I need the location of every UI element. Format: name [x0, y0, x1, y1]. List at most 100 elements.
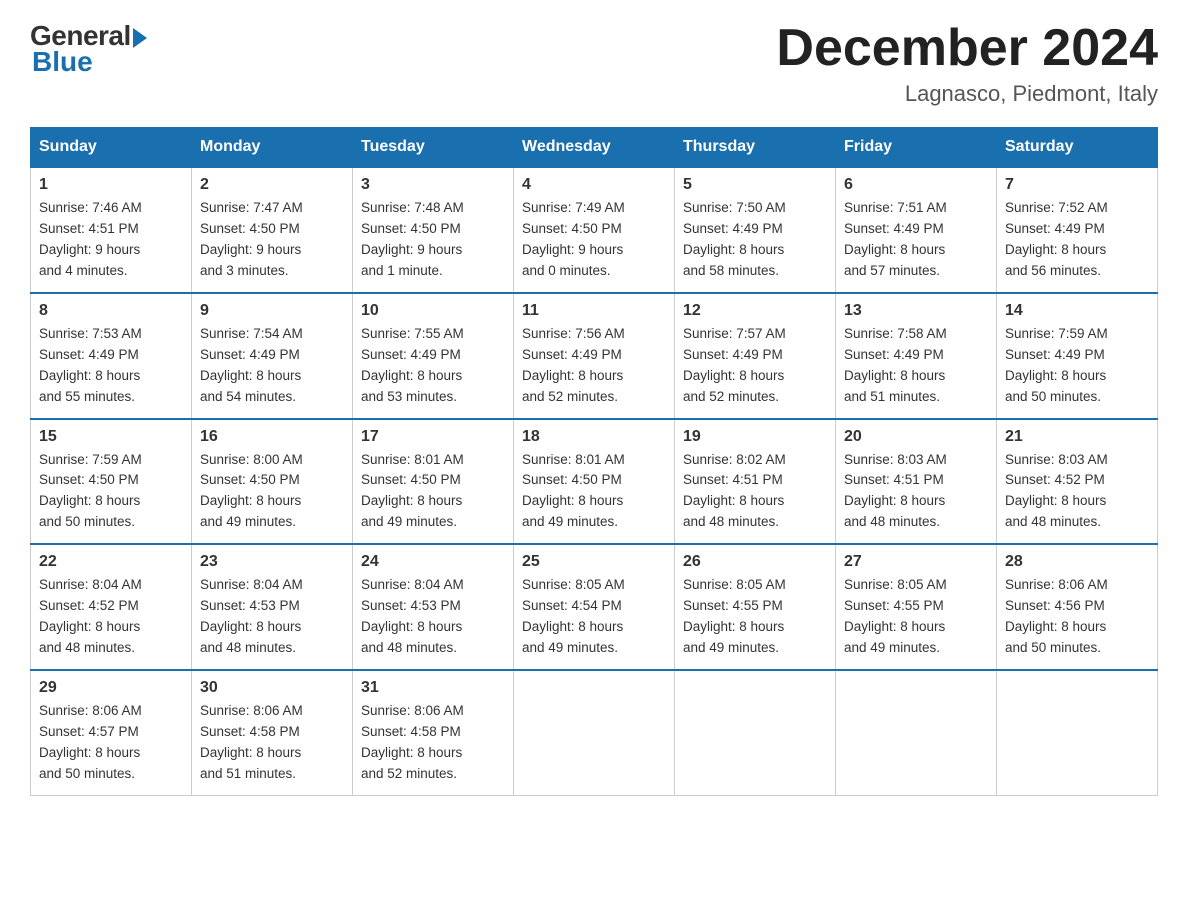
day-info: Sunrise: 7:52 AM Sunset: 4:49 PM Dayligh… [1005, 198, 1149, 282]
logo-arrow-icon [133, 28, 147, 48]
calendar-cell: 7 Sunrise: 7:52 AM Sunset: 4:49 PM Daylig… [997, 167, 1158, 293]
col-header-friday: Friday [836, 128, 997, 168]
day-info: Sunrise: 8:04 AM Sunset: 4:52 PM Dayligh… [39, 575, 183, 659]
day-number: 10 [361, 302, 505, 320]
day-number: 29 [39, 679, 183, 697]
calendar-header-row: SundayMondayTuesdayWednesdayThursdayFrid… [31, 128, 1158, 168]
calendar-cell: 24Sunrise: 8:04 AM Sunset: 4:53 PM Dayli… [353, 544, 514, 670]
calendar-cell: 27 Sunrise: 8:05 AM Sunset: 4:55 PM Dayli… [836, 544, 997, 670]
col-header-monday: Monday [192, 128, 353, 168]
day-info: Sunrise: 8:05 AM Sunset: 4:55 PM Dayligh… [683, 575, 827, 659]
day-info: Sunrise: 7:56 AM Sunset: 4:49 PM Dayligh… [522, 324, 666, 408]
calendar-cell: 8 Sunrise: 7:53 AM Sunset: 4:49 PM Daylig… [31, 293, 192, 419]
day-number: 28 [1005, 553, 1149, 571]
day-info: Sunrise: 8:00 AM Sunset: 4:50 PM Dayligh… [200, 450, 344, 534]
calendar-cell: 28 Sunrise: 8:06 AM Sunset: 4:56 PM Dayli… [997, 544, 1158, 670]
calendar-cell: 5 Sunrise: 7:50 AM Sunset: 4:49 PM Daylig… [675, 167, 836, 293]
page-header: General Blue December 2024 Lagnasco, Pie… [30, 20, 1158, 107]
day-number: 16 [200, 428, 344, 446]
calendar-cell: 23 Sunrise: 8:04 AM Sunset: 4:53 PM Dayli… [192, 544, 353, 670]
col-header-sunday: Sunday [31, 128, 192, 168]
day-info: Sunrise: 7:51 AM Sunset: 4:49 PM Dayligh… [844, 198, 988, 282]
calendar-cell: 2 Sunrise: 7:47 AM Sunset: 4:50 PM Daylig… [192, 167, 353, 293]
day-number: 1 [39, 176, 183, 194]
calendar-cell: 21 Sunrise: 8:03 AM Sunset: 4:52 PM Dayli… [997, 419, 1158, 545]
calendar-cell: 1Sunrise: 7:46 AM Sunset: 4:51 PM Daylig… [31, 167, 192, 293]
calendar-cell: 11 Sunrise: 7:56 AM Sunset: 4:49 PM Dayli… [514, 293, 675, 419]
calendar-cell: 12 Sunrise: 7:57 AM Sunset: 4:49 PM Dayli… [675, 293, 836, 419]
location-text: Lagnasco, Piedmont, Italy [776, 81, 1158, 107]
calendar-cell: 6 Sunrise: 7:51 AM Sunset: 4:49 PM Daylig… [836, 167, 997, 293]
day-info: Sunrise: 8:06 AM Sunset: 4:56 PM Dayligh… [1005, 575, 1149, 659]
month-title: December 2024 [776, 20, 1158, 77]
day-number: 9 [200, 302, 344, 320]
calendar-week-row: 1Sunrise: 7:46 AM Sunset: 4:51 PM Daylig… [31, 167, 1158, 293]
logo: General Blue [30, 20, 147, 78]
logo-blue-text: Blue [32, 46, 93, 78]
day-number: 2 [200, 176, 344, 194]
day-info: Sunrise: 8:06 AM Sunset: 4:57 PM Dayligh… [39, 701, 183, 785]
calendar-cell: 17Sunrise: 8:01 AM Sunset: 4:50 PM Dayli… [353, 419, 514, 545]
day-info: Sunrise: 8:01 AM Sunset: 4:50 PM Dayligh… [522, 450, 666, 534]
day-number: 6 [844, 176, 988, 194]
title-block: December 2024 Lagnasco, Piedmont, Italy [776, 20, 1158, 107]
calendar-cell [675, 670, 836, 795]
day-info: Sunrise: 7:57 AM Sunset: 4:49 PM Dayligh… [683, 324, 827, 408]
day-info: Sunrise: 8:02 AM Sunset: 4:51 PM Dayligh… [683, 450, 827, 534]
day-info: Sunrise: 7:58 AM Sunset: 4:49 PM Dayligh… [844, 324, 988, 408]
calendar-cell [997, 670, 1158, 795]
col-header-thursday: Thursday [675, 128, 836, 168]
day-info: Sunrise: 8:05 AM Sunset: 4:54 PM Dayligh… [522, 575, 666, 659]
calendar-cell: 19 Sunrise: 8:02 AM Sunset: 4:51 PM Dayli… [675, 419, 836, 545]
col-header-saturday: Saturday [997, 128, 1158, 168]
day-number: 5 [683, 176, 827, 194]
day-info: Sunrise: 8:04 AM Sunset: 4:53 PM Dayligh… [200, 575, 344, 659]
calendar-cell: 20Sunrise: 8:03 AM Sunset: 4:51 PM Dayli… [836, 419, 997, 545]
calendar-cell: 10Sunrise: 7:55 AM Sunset: 4:49 PM Dayli… [353, 293, 514, 419]
day-info: Sunrise: 7:59 AM Sunset: 4:49 PM Dayligh… [1005, 324, 1149, 408]
day-number: 13 [844, 302, 988, 320]
day-number: 4 [522, 176, 666, 194]
day-number: 8 [39, 302, 183, 320]
col-header-wednesday: Wednesday [514, 128, 675, 168]
day-info: Sunrise: 7:50 AM Sunset: 4:49 PM Dayligh… [683, 198, 827, 282]
calendar-cell: 18 Sunrise: 8:01 AM Sunset: 4:50 PM Dayli… [514, 419, 675, 545]
calendar-cell [836, 670, 997, 795]
day-number: 12 [683, 302, 827, 320]
calendar-cell [514, 670, 675, 795]
calendar-cell: 13 Sunrise: 7:58 AM Sunset: 4:49 PM Dayli… [836, 293, 997, 419]
day-info: Sunrise: 8:06 AM Sunset: 4:58 PM Dayligh… [200, 701, 344, 785]
day-number: 24 [361, 553, 505, 571]
calendar-cell: 29 Sunrise: 8:06 AM Sunset: 4:57 PM Dayli… [31, 670, 192, 795]
day-info: Sunrise: 8:03 AM Sunset: 4:51 PM Dayligh… [844, 450, 988, 534]
calendar-cell: 22Sunrise: 8:04 AM Sunset: 4:52 PM Dayli… [31, 544, 192, 670]
calendar-cell: 25Sunrise: 8:05 AM Sunset: 4:54 PM Dayli… [514, 544, 675, 670]
day-number: 21 [1005, 428, 1149, 446]
day-info: Sunrise: 8:03 AM Sunset: 4:52 PM Dayligh… [1005, 450, 1149, 534]
day-number: 19 [683, 428, 827, 446]
day-number: 30 [200, 679, 344, 697]
day-number: 7 [1005, 176, 1149, 194]
day-number: 14 [1005, 302, 1149, 320]
day-info: Sunrise: 8:06 AM Sunset: 4:58 PM Dayligh… [361, 701, 505, 785]
day-number: 23 [200, 553, 344, 571]
day-number: 26 [683, 553, 827, 571]
day-info: Sunrise: 8:01 AM Sunset: 4:50 PM Dayligh… [361, 450, 505, 534]
day-info: Sunrise: 7:48 AM Sunset: 4:50 PM Dayligh… [361, 198, 505, 282]
day-number: 27 [844, 553, 988, 571]
day-info: Sunrise: 7:53 AM Sunset: 4:49 PM Dayligh… [39, 324, 183, 408]
calendar-cell: 9 Sunrise: 7:54 AM Sunset: 4:49 PM Daylig… [192, 293, 353, 419]
day-info: Sunrise: 8:05 AM Sunset: 4:55 PM Dayligh… [844, 575, 988, 659]
calendar-cell: 16 Sunrise: 8:00 AM Sunset: 4:50 PM Dayli… [192, 419, 353, 545]
day-info: Sunrise: 7:49 AM Sunset: 4:50 PM Dayligh… [522, 198, 666, 282]
col-header-tuesday: Tuesday [353, 128, 514, 168]
calendar-cell: 14 Sunrise: 7:59 AM Sunset: 4:49 PM Dayli… [997, 293, 1158, 419]
day-info: Sunrise: 7:47 AM Sunset: 4:50 PM Dayligh… [200, 198, 344, 282]
calendar-cell: 26 Sunrise: 8:05 AM Sunset: 4:55 PM Dayli… [675, 544, 836, 670]
day-number: 18 [522, 428, 666, 446]
calendar-cell: 31Sunrise: 8:06 AM Sunset: 4:58 PM Dayli… [353, 670, 514, 795]
day-number: 11 [522, 302, 666, 320]
day-info: Sunrise: 7:54 AM Sunset: 4:49 PM Dayligh… [200, 324, 344, 408]
calendar-cell: 15Sunrise: 7:59 AM Sunset: 4:50 PM Dayli… [31, 419, 192, 545]
day-info: Sunrise: 7:59 AM Sunset: 4:50 PM Dayligh… [39, 450, 183, 534]
